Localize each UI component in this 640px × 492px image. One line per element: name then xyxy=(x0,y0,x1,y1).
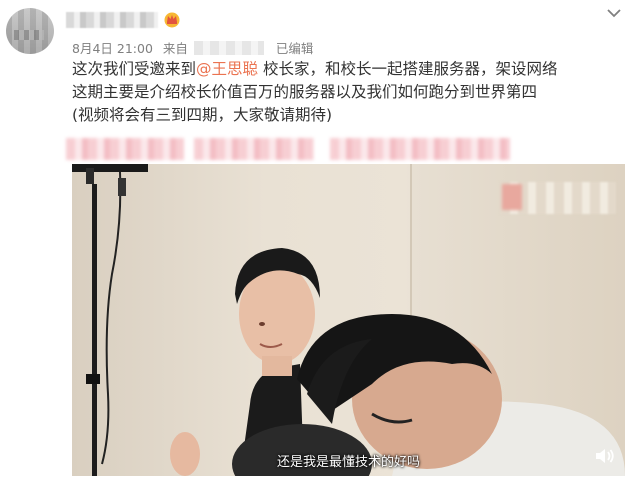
chevron-down-icon[interactable] xyxy=(604,6,624,20)
username-blurred[interactable] xyxy=(66,12,158,28)
watermark-blurred xyxy=(500,182,616,214)
content-line-1: 这次我们受邀来到@王思聪 校长家，和校长一起搭建服务器，架设网络 xyxy=(72,58,632,81)
content-line-3: (视频将会有三到四期，大家敬请期待) xyxy=(72,106,333,124)
crown-badge-icon xyxy=(164,12,180,28)
video-subtitle: 还是我是最懂技术的好吗 xyxy=(276,455,420,470)
avatar[interactable] xyxy=(6,8,54,54)
content-line-1-after: 校长家，和校长一起搭建服务器，架设网络 xyxy=(258,60,558,78)
edited-label[interactable]: 已编辑 xyxy=(276,41,314,56)
content-line-1-before: 这次我们受邀来到 xyxy=(72,60,197,78)
blurred-text-strip xyxy=(66,138,184,160)
post-meta: 8月4日 21:00 来自 已编辑 xyxy=(72,38,313,57)
source-prefix: 来自 xyxy=(162,41,188,56)
post-content: 这次我们受邀来到@王思聪 校长家，和校长一起搭建服务器，架设网络 这期主要是介绍… xyxy=(72,58,632,127)
blurred-text-strip xyxy=(194,138,314,160)
blurred-text-strip xyxy=(330,138,510,160)
volume-icon[interactable] xyxy=(594,447,616,465)
mention-link[interactable]: @王思聪 xyxy=(196,60,258,78)
source-blurred xyxy=(193,41,264,55)
post-date-time[interactable]: 8月4日 21:00 xyxy=(72,41,153,56)
video-player[interactable]: 还是我是最懂技术的好吗 xyxy=(72,164,625,476)
content-line-2: 这期主要是介绍校长价值百万的服务器以及我们如何跑分到世界第四 xyxy=(72,83,538,101)
